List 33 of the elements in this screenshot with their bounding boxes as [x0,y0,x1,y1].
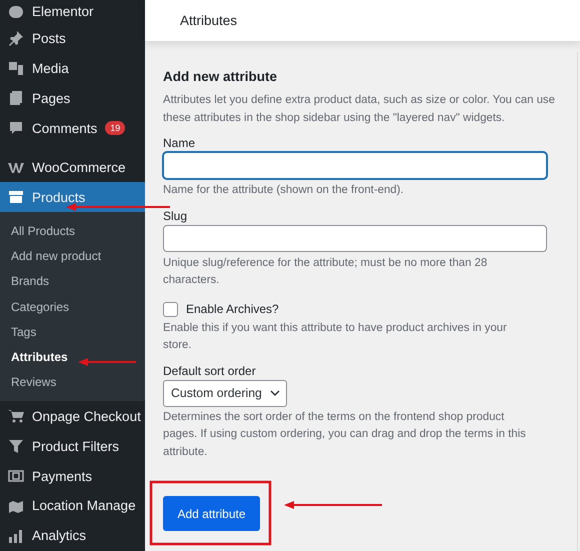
submenu-item[interactable]: Categories [0,294,145,320]
count-badge: 19 [105,121,126,136]
checkbox-label: Enable Archives? [186,302,279,316]
sidebar-item[interactable]: Elementor [0,0,145,24]
submenu-item[interactable]: Tags [0,319,145,344]
help-text: Enable this if you want this attribute to have product archives in your store. [163,320,508,354]
submenu-item[interactable]: All Products [0,218,145,244]
field-label: Default sort order [163,364,257,378]
description: Attributes let you define extra product data, such as size or color. You can use these attributes in the shop sidebar using the "layered nav" widgets. [163,93,556,126]
sidebar-item[interactable]: Analytics [0,520,145,551]
sidebar-item[interactable]: Posts [0,23,145,54]
submenu-item[interactable]: Brands [0,268,145,294]
sidebar-item[interactable]: Products [0,182,145,212]
field-label: Name [163,136,196,150]
sidebar-item[interactable]: Location Manage [0,491,145,521]
help-text: Name for the attribute (shown on the front-end). [163,183,405,198]
sidebar-item[interactable]: Comments 19 [0,113,145,144]
help-text: Determines the sort order of the terms on the frontend shop product pages. If using custom ordering, you can drag and drop the terms in this attribute. [163,410,527,460]
submenu-item[interactable]: Attributes [0,344,145,370]
sidebar-item[interactable]: Payments [0,461,145,491]
section-heading: Add new attribute [163,69,278,84]
sidebar-item[interactable]: Product Filters [0,431,145,462]
sidebar-item[interactable]: Onpage Checkout [0,401,145,432]
add-attribute-button[interactable]: Add attribute [163,496,260,532]
sidebar-item[interactable]: Pages [0,83,145,114]
help-text: Unique slug/reference for the attribute; must be no more than 28 characters. [163,256,488,288]
submenu-item[interactable]: Reviews [0,370,145,396]
submenu-item[interactable]: Add new product [0,243,145,269]
sidebar-item[interactable]: WooCommerce [0,152,145,182]
field-label: Slug [163,208,188,223]
page-title: Attributes [180,13,238,28]
sort-order-select[interactable]: Custom ordering [163,380,287,407]
sidebar-item[interactable]: Media [0,53,145,84]
